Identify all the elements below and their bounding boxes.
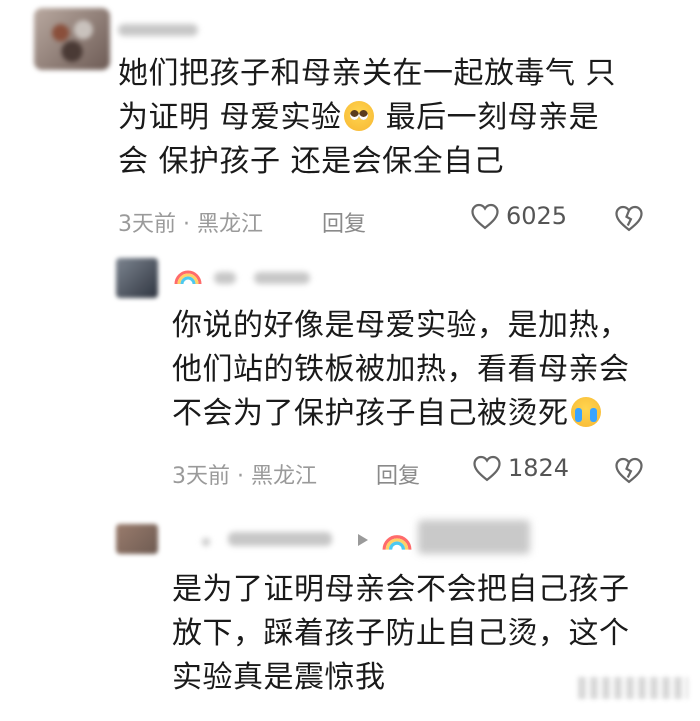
like-count: 6025: [506, 202, 568, 230]
comment-meta: 3天前 · 黑龙江: [172, 464, 317, 489]
avatar[interactable]: [116, 524, 158, 554]
rainbow-icon: [382, 535, 412, 550]
username-redacted[interactable]: [254, 272, 310, 284]
username-redacted[interactable]: [214, 272, 236, 284]
rainbow-icon: [174, 270, 202, 285]
broken-heart-icon[interactable]: [614, 204, 644, 232]
like-count: 1824: [508, 454, 570, 482]
like-button[interactable]: 6025: [470, 202, 567, 230]
username-redacted[interactable]: [418, 520, 530, 554]
username-redacted[interactable]: [202, 538, 210, 546]
username-redacted[interactable]: [118, 24, 198, 36]
reply-button[interactable]: 回复: [376, 458, 420, 490]
reply-button[interactable]: 回复: [322, 206, 366, 238]
avatar[interactable]: [116, 258, 158, 298]
comment-meta: 3天前 · 黑龙江: [118, 212, 263, 237]
watermark: [578, 677, 688, 699]
heart-outline-icon: [471, 203, 499, 230]
heart-outline-icon: [473, 455, 501, 482]
play-arrow-icon: [358, 534, 368, 546]
loudly-crying-face-icon: [570, 397, 601, 427]
comment-text: 你说的好像是母爱实验，是加热， 他们站的铁板被加热，看看母亲会 不会为了保护孩子…: [172, 308, 630, 431]
avatar[interactable]: [34, 8, 110, 70]
like-button[interactable]: 1824: [472, 454, 569, 482]
comment-text: 她们把孩子和母亲关在一起放毒气 只 为证明 母爱实验 最后一刻母亲是 会 保护孩…: [118, 56, 617, 179]
pleading-face-icon: [343, 101, 374, 131]
username-redacted[interactable]: [228, 532, 332, 546]
broken-heart-icon[interactable]: [614, 456, 644, 484]
